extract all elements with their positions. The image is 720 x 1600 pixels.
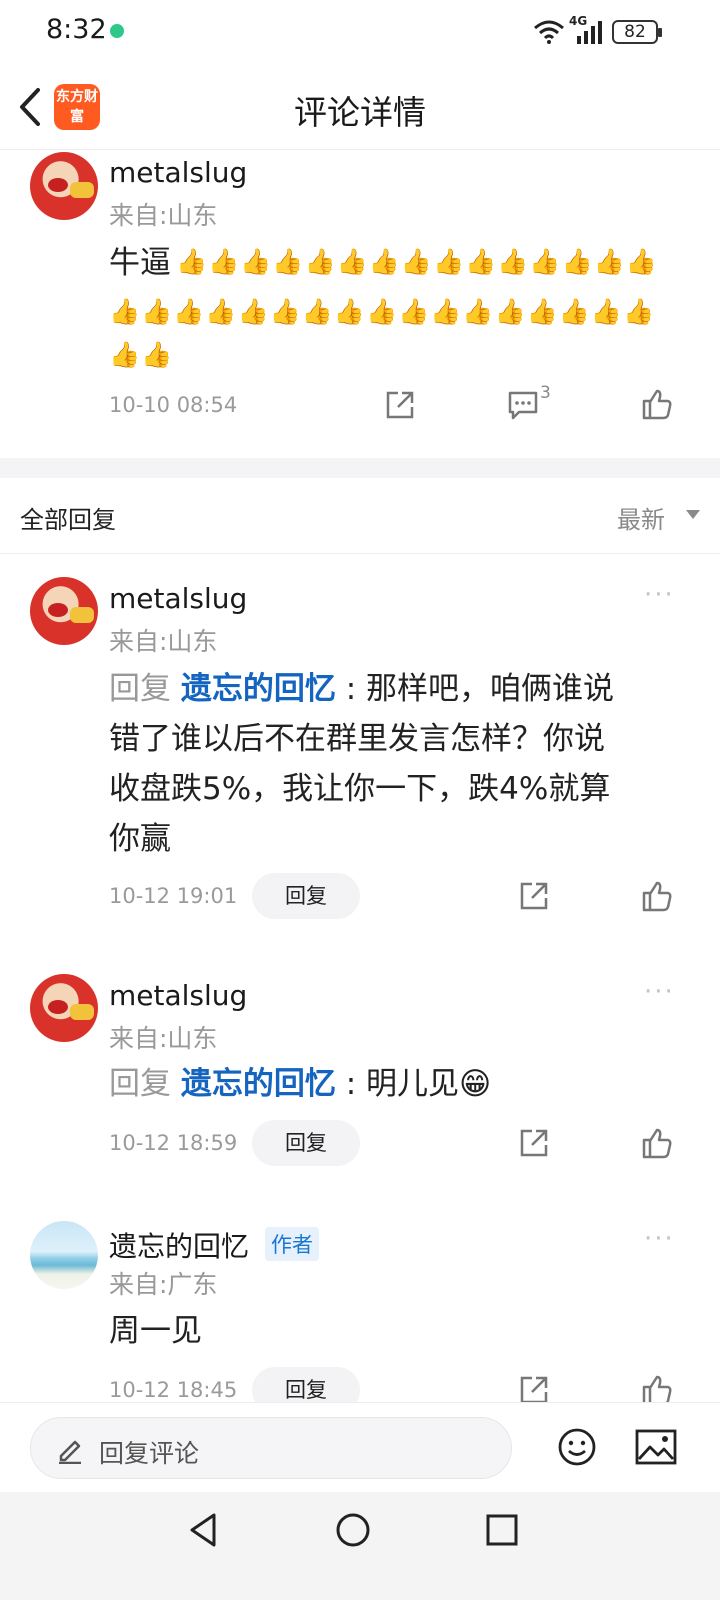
- reply-time: 10-12 18:59: [109, 1131, 238, 1155]
- username[interactable]: metalslug: [109, 979, 247, 1012]
- reply-line: 你赢: [109, 821, 171, 857]
- reply-prefix: 回复: [109, 1066, 171, 1102]
- reply-button[interactable]: 回复: [252, 873, 360, 919]
- avatar[interactable]: [30, 1221, 98, 1289]
- thumbs-up-emoji-row: 👍👍👍👍👍👍👍👍👍👍👍👍👍👍👍: [176, 247, 658, 276]
- status-bar: 8:32 4G 82: [0, 0, 720, 64]
- reply-count: 3: [540, 383, 551, 403]
- share-icon[interactable]: [518, 1127, 550, 1159]
- more-icon[interactable]: ···: [644, 580, 675, 610]
- notification-dot-icon: [110, 24, 124, 38]
- nav-back-icon[interactable]: [186, 1512, 220, 1548]
- bottom-bar: 回复评论: [0, 1402, 720, 1492]
- replies-title: 全部回复: [20, 506, 116, 534]
- username[interactable]: 遗忘的回忆: [109, 1225, 249, 1265]
- mention-link[interactable]: 遗忘的回忆: [181, 671, 336, 707]
- system-nav-bar: [0, 1492, 720, 1600]
- like-icon[interactable]: [642, 1127, 672, 1159]
- share-icon[interactable]: [384, 389, 416, 421]
- username[interactable]: metalslug: [109, 156, 247, 189]
- thumbs-up-emoji-row: 👍👍: [109, 340, 174, 369]
- reply-line: 错了谁以后不在群里发言怎样？你说: [109, 721, 605, 757]
- location: 来自:山东: [109, 1024, 218, 1053]
- avatar[interactable]: [30, 152, 98, 220]
- reply-text: 周一见: [109, 1313, 202, 1349]
- signal-icon: [577, 21, 602, 44]
- more-icon[interactable]: ···: [644, 1224, 675, 1254]
- page-title: 评论详情: [294, 93, 426, 132]
- battery-level: 82: [624, 22, 646, 42]
- comment-text: 牛逼: [109, 245, 171, 281]
- author-badge: 作者: [265, 1227, 319, 1261]
- nav-recents-icon[interactable]: [485, 1513, 519, 1547]
- reply-time: 10-12 18:45: [109, 1378, 238, 1402]
- chevron-down-icon[interactable]: [686, 510, 700, 519]
- section-divider: [0, 458, 720, 478]
- nav-bar: 东方财富 评论详情: [0, 64, 720, 150]
- location: 来自:山东: [109, 201, 218, 230]
- username[interactable]: metalslug: [109, 582, 247, 615]
- battery-indicator: 82: [612, 20, 662, 44]
- location: 来自:广东: [109, 1270, 218, 1299]
- reply-comment-input[interactable]: 回复评论: [30, 1417, 512, 1479]
- like-icon[interactable]: [642, 880, 672, 912]
- wifi-icon: [534, 20, 564, 44]
- reply-text: 回复 遗忘的回忆 : 那样吧，咱俩谁说 错了谁以后不在群里发言怎样？你说 收盘跌…: [109, 664, 679, 864]
- thumbs-up-emoji-row: 👍👍👍👍👍👍👍👍👍👍👍👍👍👍👍👍👍: [109, 297, 656, 326]
- image-icon[interactable]: [635, 1429, 677, 1465]
- emoji-icon[interactable]: [557, 1427, 597, 1467]
- avatar[interactable]: [30, 974, 98, 1042]
- nav-home-icon[interactable]: [335, 1512, 371, 1548]
- share-icon[interactable]: [518, 880, 550, 912]
- reply-button[interactable]: 回复: [252, 1120, 360, 1166]
- comment-icon[interactable]: [507, 390, 539, 420]
- reply-prefix: 回复: [109, 671, 171, 707]
- more-icon[interactable]: ···: [644, 977, 675, 1007]
- replies-header: 全部回复 最新: [0, 478, 720, 554]
- reply-text: 回复 遗忘的回忆 : 明儿见😁: [109, 1059, 679, 1109]
- reply-input-placeholder: 回复评论: [99, 1439, 200, 1468]
- reply-line: : 那样吧，咱俩谁说: [335, 671, 615, 707]
- avatar[interactable]: [30, 577, 98, 645]
- location: 来自:山东: [109, 627, 218, 656]
- mention-link[interactable]: 遗忘的回忆: [181, 1066, 336, 1102]
- reply-line: : 明儿见😁: [335, 1066, 492, 1102]
- comment-time: 10-10 08:54: [109, 393, 238, 417]
- reply-time: 10-12 19:01: [109, 884, 238, 908]
- like-icon[interactable]: [642, 388, 672, 420]
- status-time: 8:32: [46, 14, 107, 45]
- edit-icon: [59, 1440, 81, 1464]
- sort-dropdown[interactable]: 最新: [617, 500, 665, 535]
- reply-line: 收盘跌5%，我让你一下，跌4%就算: [109, 771, 611, 807]
